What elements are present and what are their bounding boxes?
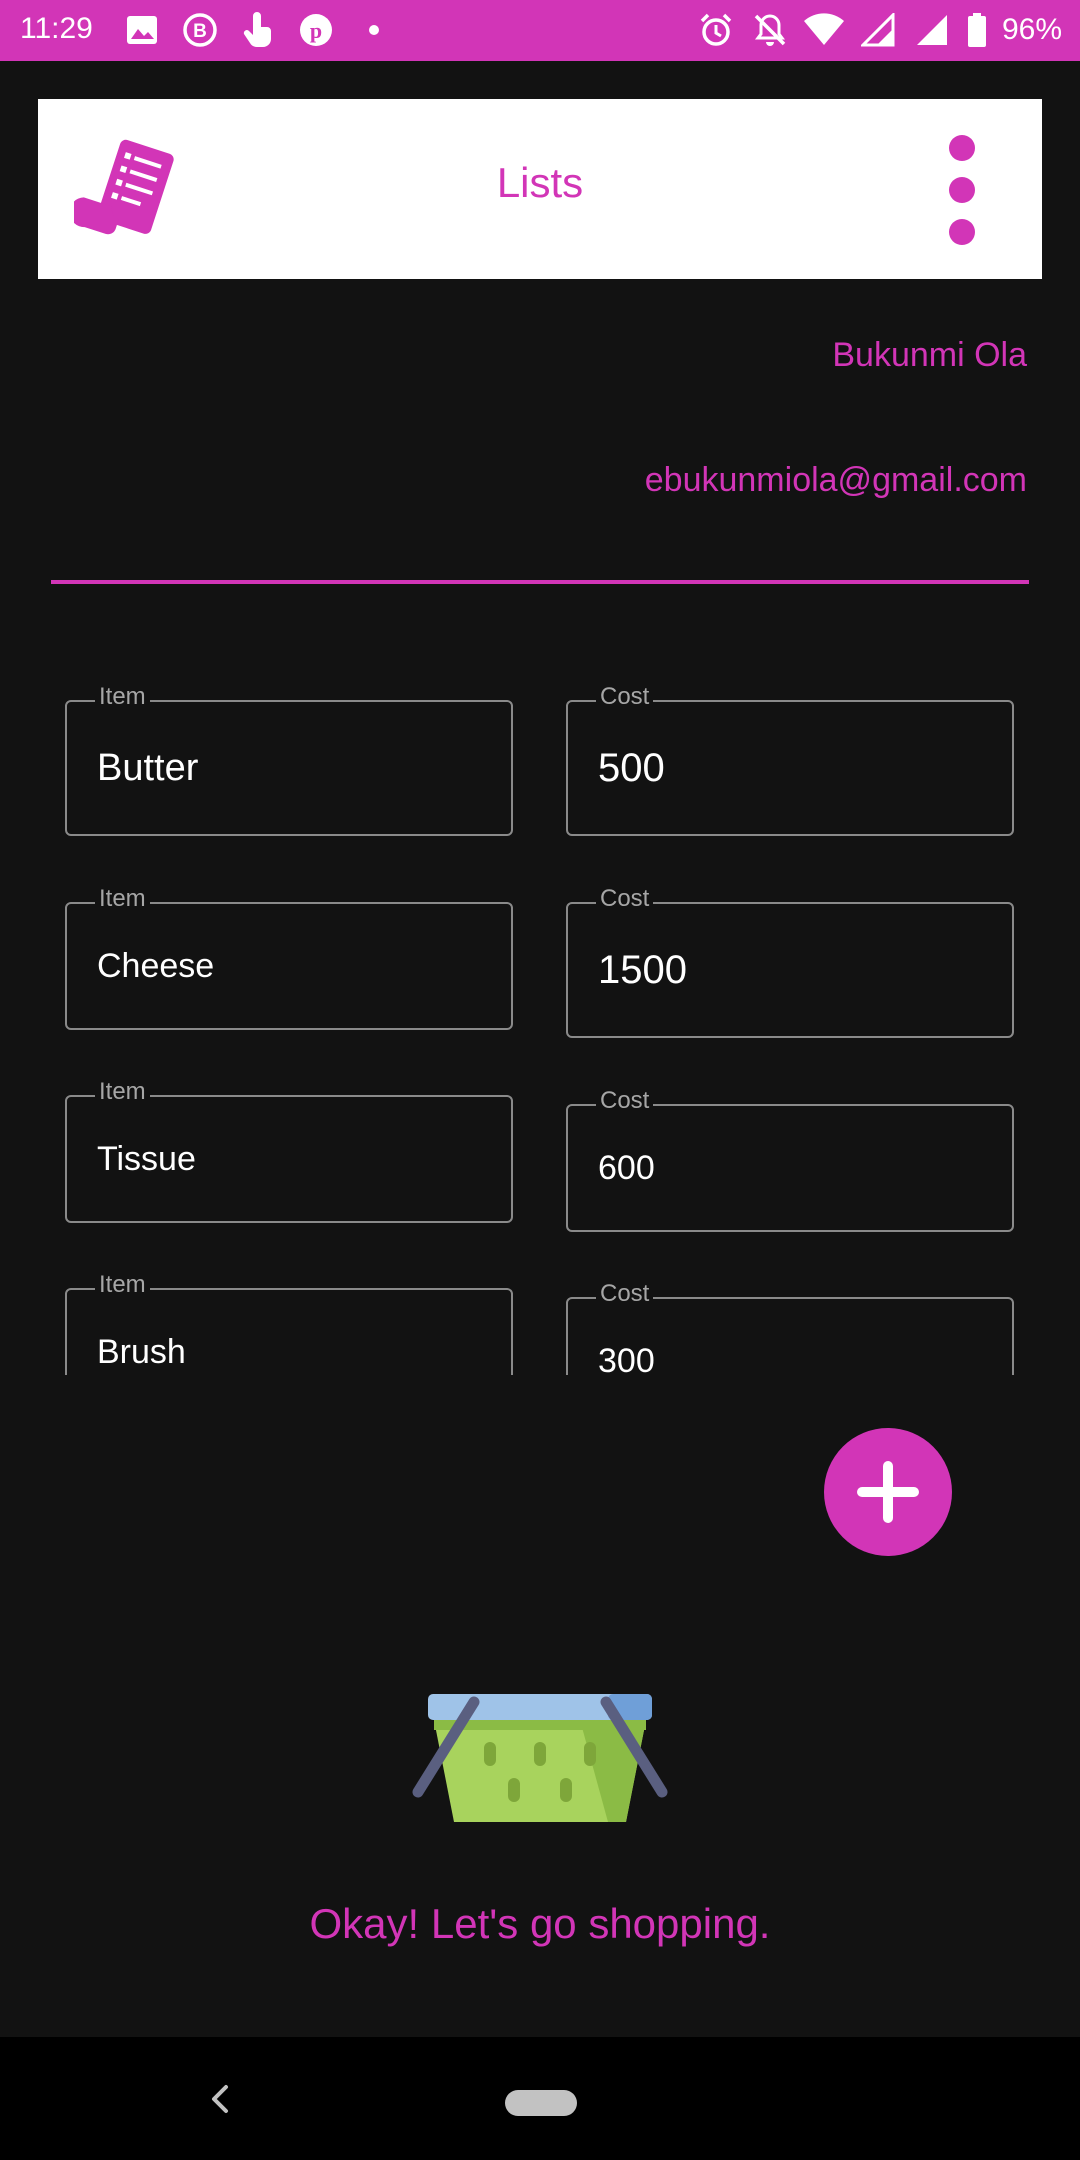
b-notification-icon: B <box>180 12 220 48</box>
add-item-button[interactable] <box>824 1428 952 1556</box>
pinterest-icon: p <box>296 12 336 48</box>
cost-input[interactable] <box>598 1299 992 1375</box>
item-input[interactable] <box>97 702 491 834</box>
empty-state-message: Okay! Let's go shopping. <box>309 1900 771 1947</box>
user-name: Bukunmi Ola <box>832 336 1027 374</box>
status-time: 11:29 <box>20 12 93 45</box>
cost-input[interactable] <box>598 904 992 1036</box>
cost-input[interactable] <box>598 702 992 834</box>
wifi-icon <box>803 12 844 48</box>
item-field[interactable]: Item <box>65 1270 513 1375</box>
shopping-basket-icon <box>412 1686 668 1824</box>
back-icon[interactable] <box>204 2077 236 2121</box>
battery-icon <box>966 12 988 48</box>
item-field[interactable]: Item <box>65 1077 513 1223</box>
item-field[interactable]: Item <box>65 682 513 836</box>
item-input[interactable] <box>97 1097 491 1221</box>
home-pill-button[interactable] <box>505 2090 577 2116</box>
app-bar: Lists <box>38 99 1042 279</box>
user-email: ebukunmiola@gmail.com <box>644 461 1027 499</box>
plus-icon <box>857 1461 919 1523</box>
signal-icon-2 <box>912 12 952 48</box>
more-vert-icon[interactable] <box>942 135 982 245</box>
page-title: Lists <box>496 159 584 206</box>
cost-input[interactable] <box>598 1106 992 1230</box>
touch-icon <box>238 12 278 48</box>
svg-text:p: p <box>310 18 322 43</box>
alarm-icon <box>696 12 736 48</box>
shopping-list[interactable]: Item Cost Item Cost Item Cost Item Cost <box>0 680 1080 1375</box>
status-bar: 11:29 B p 96% <box>0 0 1080 61</box>
item-field[interactable]: Item <box>65 884 513 1030</box>
signal-icon <box>858 12 898 48</box>
svg-text:B: B <box>193 21 207 42</box>
divider <box>51 580 1029 584</box>
bell-off-icon <box>750 12 790 48</box>
cost-field[interactable]: Cost <box>566 884 1014 1038</box>
item-input[interactable] <box>97 1290 491 1375</box>
cost-field[interactable]: Cost <box>566 1279 1014 1375</box>
cost-field[interactable]: Cost <box>566 682 1014 836</box>
image-icon <box>122 12 162 48</box>
cost-field[interactable]: Cost <box>566 1086 1014 1232</box>
battery-percent: 96% <box>1001 13 1062 46</box>
dot-icon <box>354 12 394 48</box>
item-input[interactable] <box>97 904 491 1028</box>
